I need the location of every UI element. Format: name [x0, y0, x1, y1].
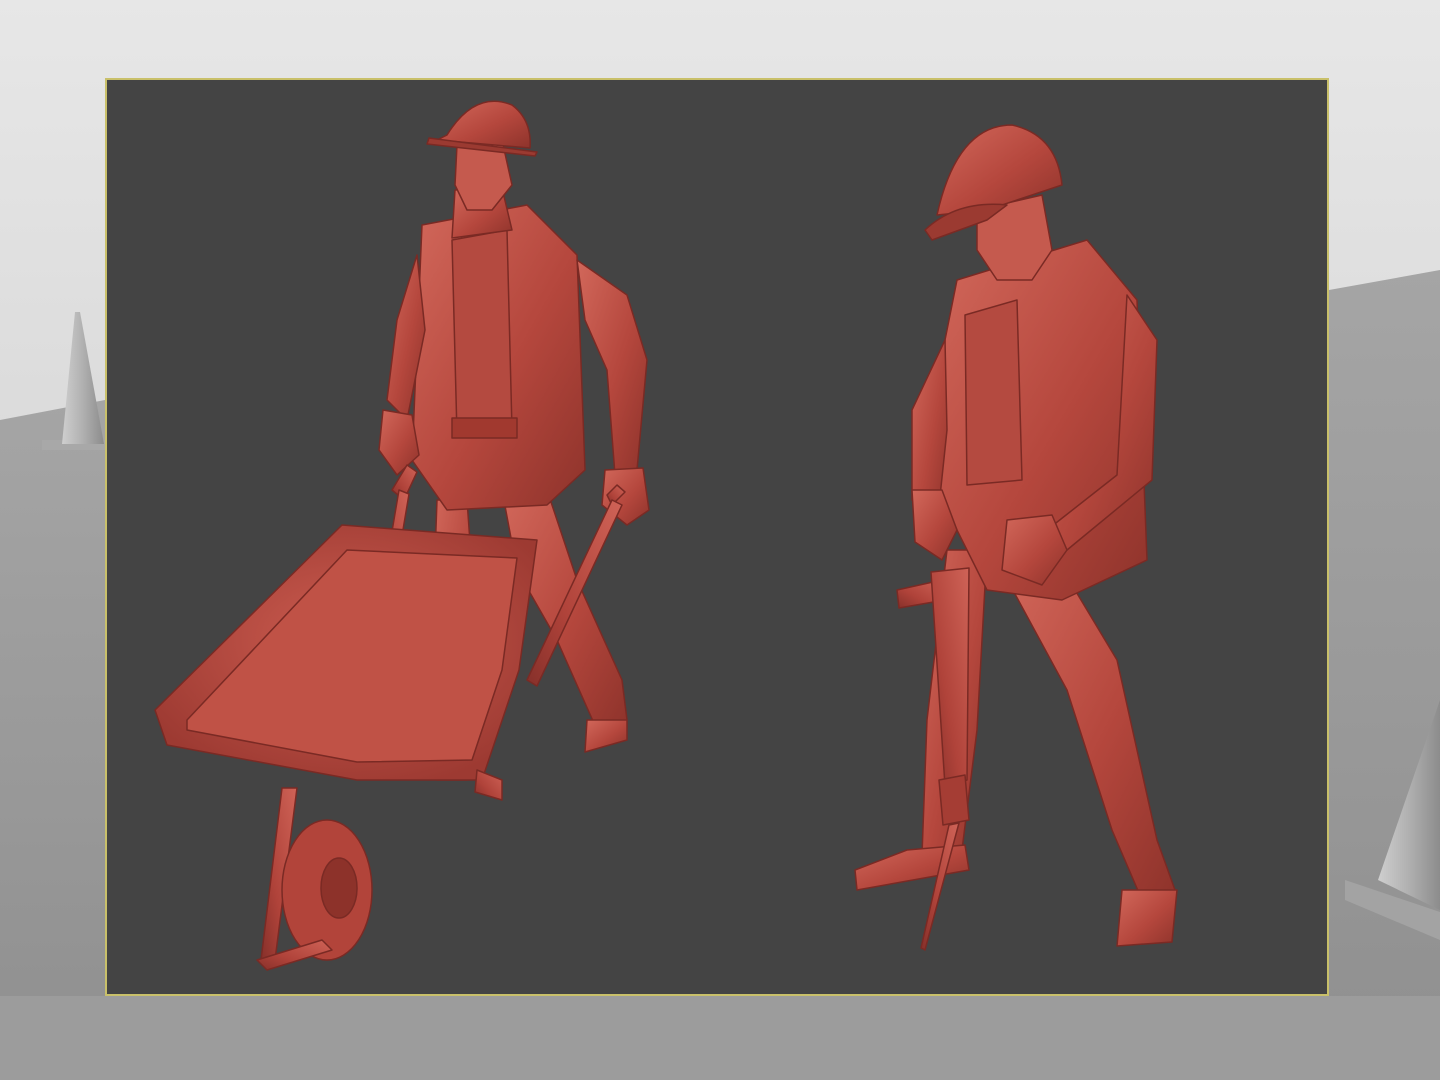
worker-with-jackhammer[interactable]	[854, 124, 1178, 947]
perspective-viewport[interactable]	[105, 78, 1329, 996]
ground-plane-bottom	[0, 996, 1440, 1080]
viewport-render	[154, 100, 1178, 971]
ground-plane	[0, 400, 105, 1080]
ground-plane-right	[1329, 270, 1440, 1080]
